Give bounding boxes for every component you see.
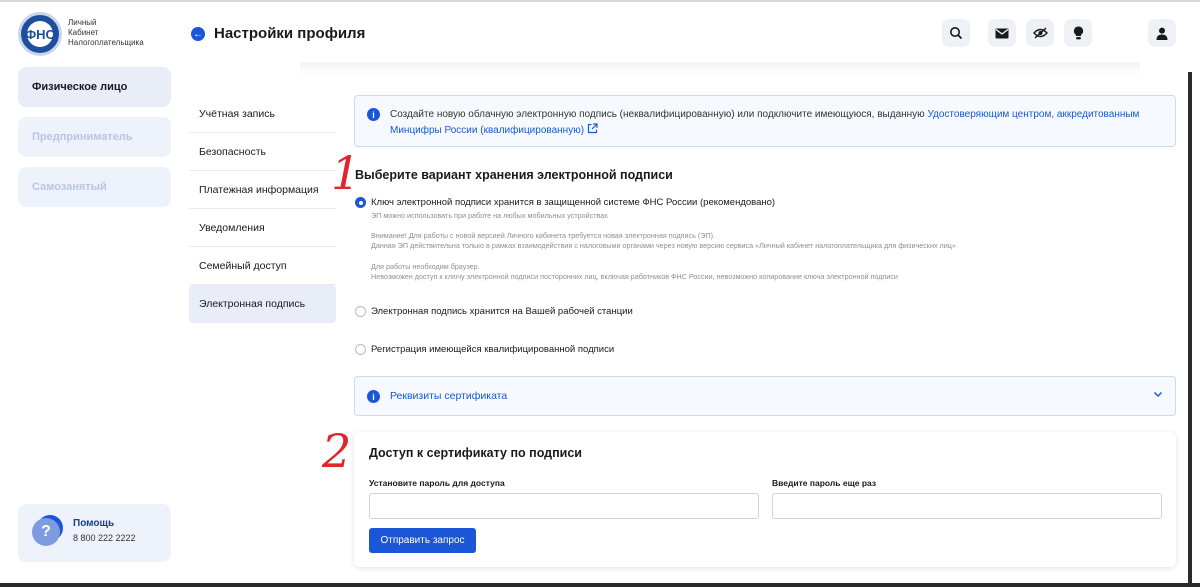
settings-item-e-signature[interactable]: Электронная подпись (189, 285, 336, 323)
hints-button[interactable] (1064, 19, 1092, 47)
external-link-icon (587, 123, 598, 134)
info-icon: i (367, 390, 380, 403)
option-fns-storage-label: Ключ электронной подписи хранится в защи… (371, 197, 776, 208)
settings-item-notifications[interactable]: Уведомления (189, 209, 336, 247)
top-border (0, 0, 1200, 2)
visually-impaired-button[interactable] (1026, 19, 1054, 47)
search-icon (950, 27, 963, 40)
sidebar-item-entrepreneur[interactable]: Предприниматель (18, 117, 171, 157)
certificate-details-accordion[interactable]: i Реквизиты сертификата (354, 376, 1176, 416)
settings-item-security[interactable]: Безопасность (189, 133, 336, 171)
sidebar-item-self-employed[interactable]: Самозанятый (18, 167, 171, 207)
option-note: Невозможен доступ к ключу электронной по… (371, 272, 898, 281)
window-edge (0, 583, 1200, 587)
password-input[interactable] (369, 493, 759, 519)
brand-line: Кабинет (68, 28, 99, 37)
profile-button[interactable] (1148, 19, 1176, 47)
settings-item-account[interactable]: Учётная запись (189, 95, 336, 133)
chevron-down-icon (1153, 391, 1163, 398)
info-icon: i (367, 108, 380, 121)
submit-request-button[interactable]: Отправить запрос (369, 528, 476, 553)
repeat-password-label: Введите пароль еще раз (772, 478, 877, 488)
help-icon: ? (32, 518, 60, 546)
lightbulb-icon (1073, 26, 1083, 40)
info-text: Создайте новую облачную электронную подп… (390, 107, 1160, 139)
certificate-details-label: Реквизиты сертификата (390, 390, 508, 402)
eye-off-icon (1032, 27, 1048, 39)
sidebar-item-individual[interactable]: Физическое лицо (18, 67, 171, 107)
storage-section-title: Выберите вариант хранения электронной по… (355, 168, 673, 182)
brand-line: Налогоплательщика (68, 38, 144, 47)
page-title: Настройки профиля (214, 25, 366, 42)
user-icon (1156, 27, 1168, 40)
info-message: Создайте новую облачную электронную подп… (390, 109, 928, 120)
option-note: Данная ЭП действительна только в рамках … (371, 241, 956, 250)
option-note: Для работы необходим браузер. (371, 262, 480, 271)
help-card[interactable]: ? Помощь 8 800 222 2222 (18, 504, 171, 562)
settings-item-payment[interactable]: Платежная информация (189, 171, 336, 209)
fns-logo[interactable]: ФНС (18, 12, 62, 56)
emblem-icon: ФНС (25, 21, 55, 47)
help-phone: 8 800 222 2222 (73, 533, 136, 543)
brand-name: Личный Кабинет Налогоплательщика (68, 18, 144, 48)
help-title: Помощь (73, 518, 115, 529)
mail-icon (995, 28, 1009, 38)
certificate-access-card: Доступ к сертификату по подписи Установи… (354, 432, 1176, 567)
annotation-number-2: 2 (322, 424, 352, 478)
brand-line: Личный (68, 18, 97, 27)
repeat-password-input[interactable] (772, 493, 1162, 519)
radio-workstation-storage[interactable] (355, 306, 366, 317)
radio-qualified-registration[interactable] (355, 344, 366, 355)
info-banner: i Создайте новую облачную электронную по… (354, 95, 1176, 147)
back-arrow-icon[interactable]: ← (191, 27, 205, 41)
search-button[interactable] (942, 19, 970, 47)
option-qualified-label: Регистрация имеющейся квалифицированной … (371, 344, 615, 355)
settings-item-family-access[interactable]: Семейный доступ (189, 247, 336, 285)
option-workstation-label: Электронная подпись хранится на Вашей ра… (371, 306, 633, 317)
access-title: Доступ к сертификату по подписи (369, 446, 582, 460)
password-label: Установите пароль для доступа (369, 478, 505, 488)
settings-menu: Учётная запись Безопасность Платежная ин… (189, 95, 336, 323)
window-edge (1188, 72, 1192, 587)
annotation-number-1: 1 (331, 146, 361, 200)
option-note: Внимание! Для работы с новой версией Лич… (371, 231, 716, 240)
mail-button[interactable] (988, 19, 1016, 47)
header-shadow (300, 62, 1140, 76)
option-note: ЭП можно использовать при работе на любы… (371, 211, 608, 220)
